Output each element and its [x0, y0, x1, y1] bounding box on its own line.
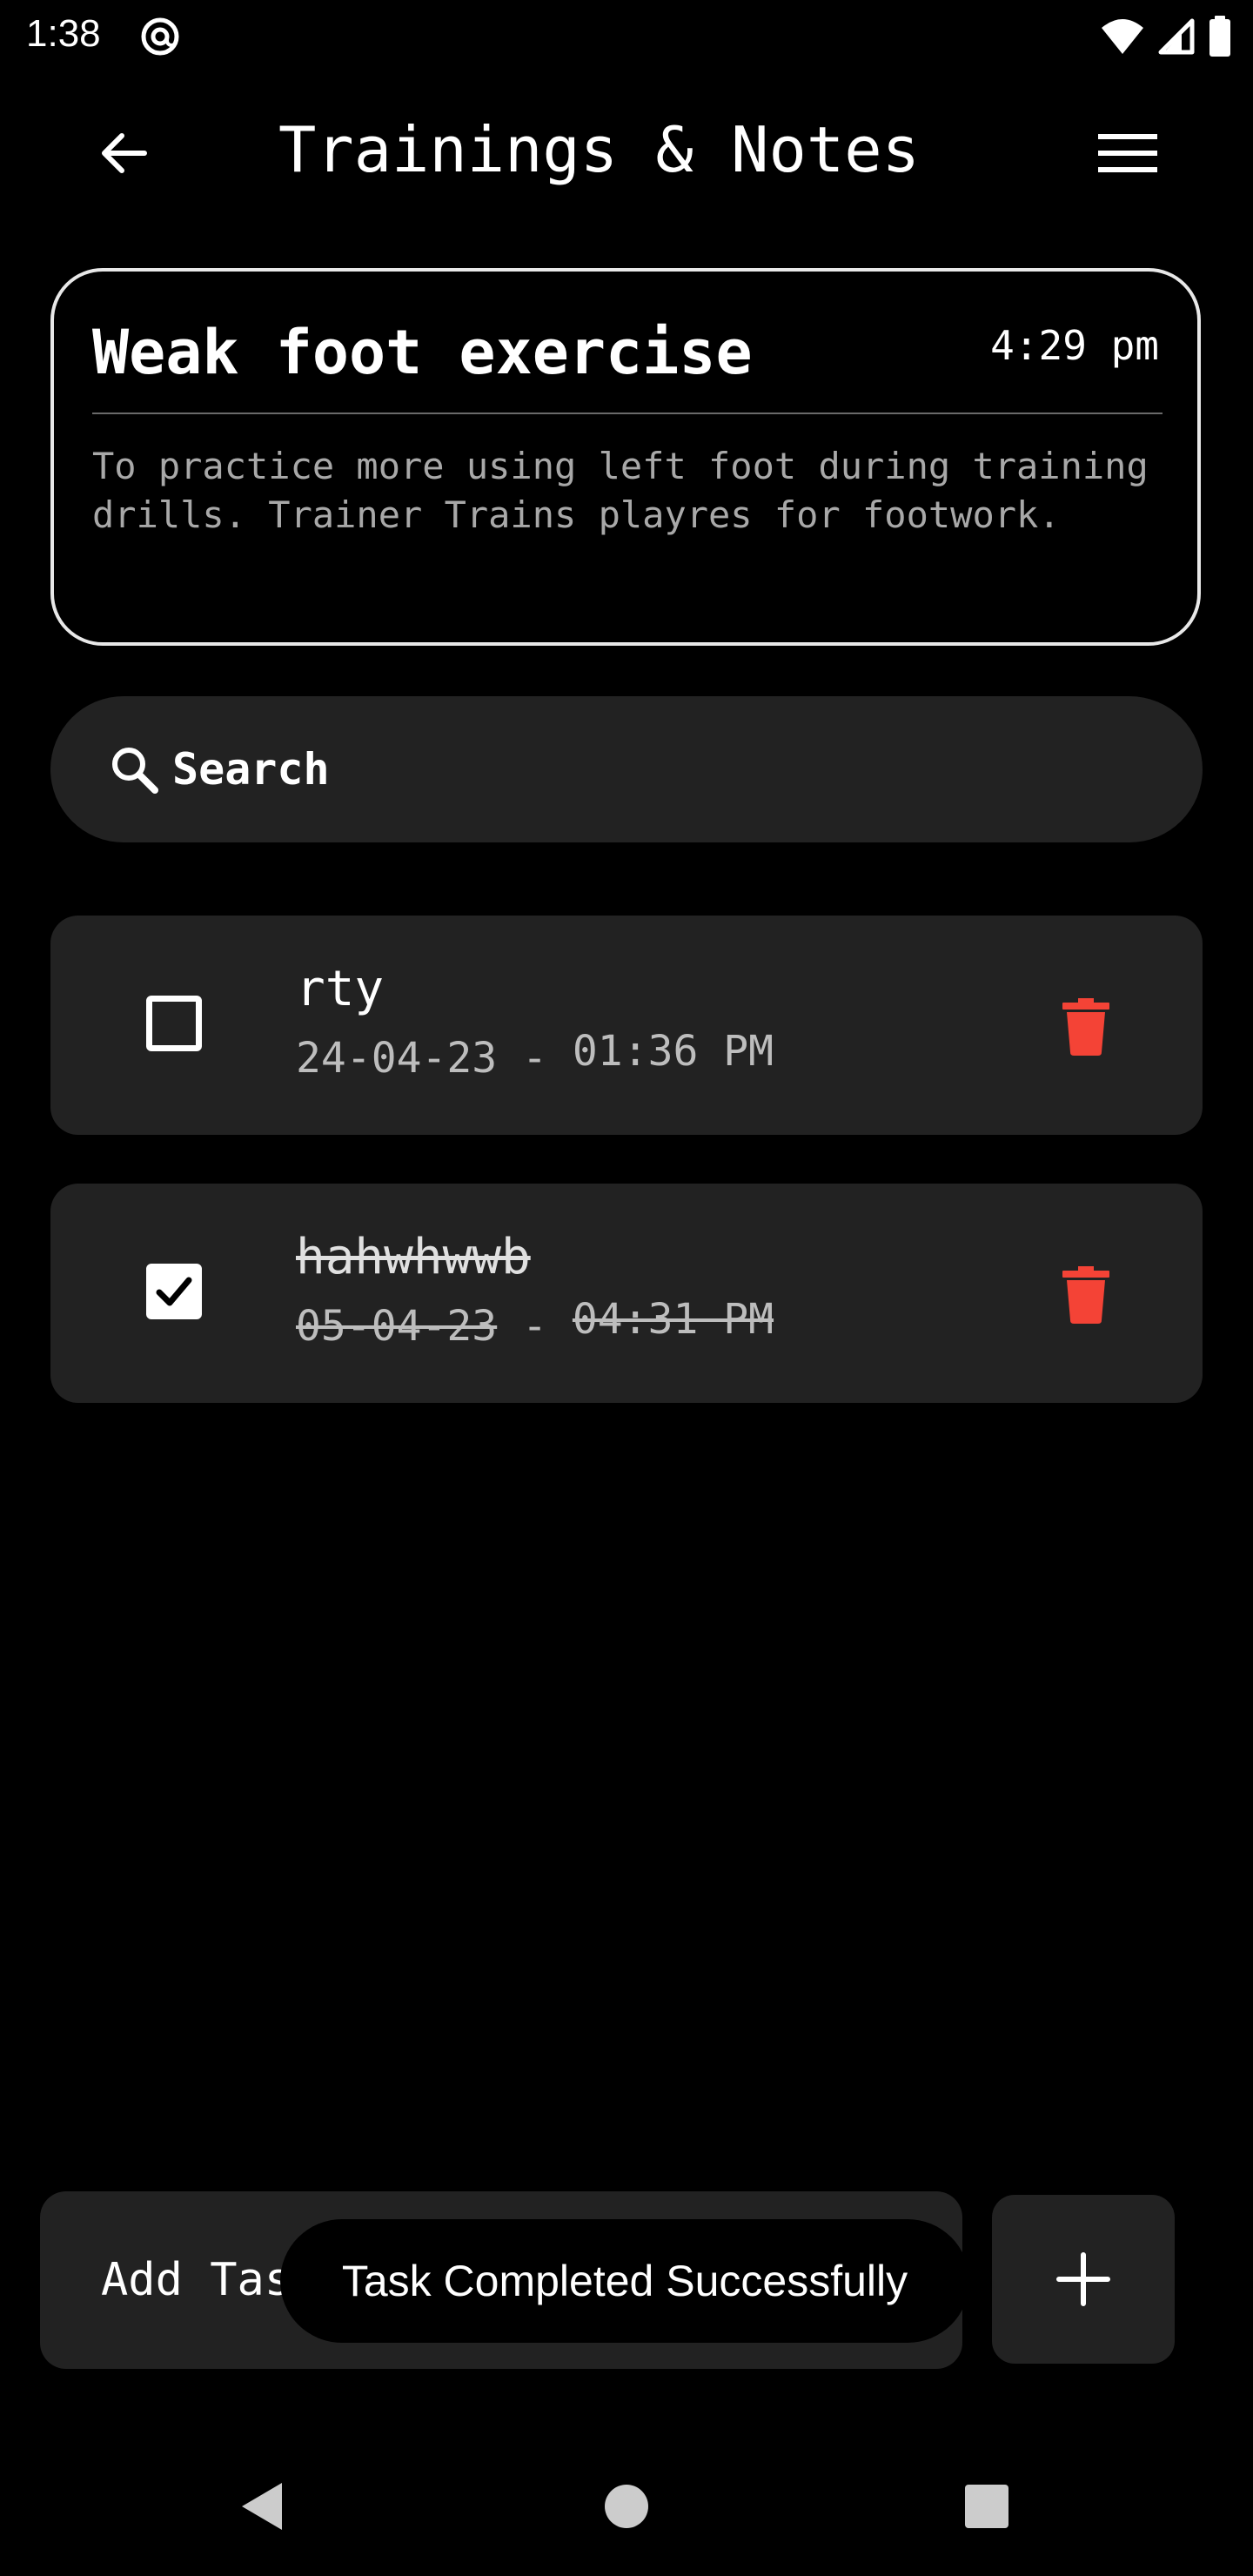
nav-back-icon: [242, 2483, 282, 2530]
task-checkbox[interactable]: [146, 996, 202, 1051]
toast: Task Completed Successfully: [280, 2219, 969, 2343]
add-task-button[interactable]: [992, 2195, 1175, 2364]
trash-icon: [1062, 998, 1109, 1056]
wifi-icon: [1100, 17, 1145, 59]
menu-button[interactable]: [1091, 117, 1164, 190]
system-nav-bar: [0, 2437, 1253, 2576]
task-separator: -: [497, 1034, 573, 1083]
task-separator: -: [497, 1302, 573, 1351]
signal-icon: [1157, 17, 1196, 59]
task-item[interactable]: hahwhwwb 05-04-23 - 04:31 PM: [50, 1184, 1203, 1403]
trash-icon: [1062, 1266, 1109, 1324]
note-divider: [92, 413, 1163, 414]
battery-icon: [1208, 16, 1232, 61]
at-sign-icon: [139, 16, 181, 57]
nav-home-button[interactable]: [592, 2472, 661, 2541]
nav-back-button[interactable]: [228, 2472, 298, 2541]
task-time: 01:36 PM: [572, 1027, 774, 1076]
app-bar: Trainings & Notes: [0, 96, 1253, 200]
page-title: Trainings & Notes: [278, 113, 920, 186]
delete-task-button[interactable]: [1051, 992, 1121, 1062]
arrow-left-icon: [102, 133, 147, 173]
note-card[interactable]: Weak foot exercise 4:29 pm To practice m…: [50, 268, 1201, 646]
note-title: Weak foot exercise: [92, 317, 753, 388]
task-date: 05-04-23: [296, 1302, 498, 1351]
nav-recents-button[interactable]: [952, 2472, 1022, 2541]
nav-recents-icon: [965, 2485, 1008, 2528]
search-input[interactable]: [172, 731, 1129, 808]
task-item[interactable]: rty 24-04-23 - 01:36 PM: [50, 916, 1203, 1135]
plus-icon: [1056, 2252, 1110, 2306]
task-checkbox-checked[interactable]: [146, 1264, 202, 1319]
task-date: 24-04-23: [296, 1034, 498, 1083]
search-bar[interactable]: [50, 696, 1203, 842]
checkmark-icon: [156, 1277, 192, 1306]
task-meta: 05-04-23 - 04:31 PM: [296, 1295, 774, 1351]
status-bar: 1:38: [0, 0, 1253, 73]
status-icons: [1100, 16, 1232, 61]
toast-message: Task Completed Successfully: [341, 2257, 908, 2305]
back-button[interactable]: [87, 117, 160, 190]
nav-home-icon: [605, 2485, 648, 2528]
delete-task-button[interactable]: [1051, 1260, 1121, 1330]
task-time: 04:31 PM: [572, 1295, 774, 1344]
task-meta: 24-04-23 - 01:36 PM: [296, 1027, 774, 1083]
note-time: 4:29 pm: [990, 322, 1159, 369]
search-icon: [108, 743, 160, 795]
hamburger-menu-icon: [1098, 134, 1157, 172]
note-body: To practice more using left foot during …: [92, 445, 1149, 536]
task-name: rty: [296, 961, 385, 1017]
task-name: hahwhwwb: [296, 1229, 531, 1285]
status-time: 1:38: [26, 12, 101, 55]
